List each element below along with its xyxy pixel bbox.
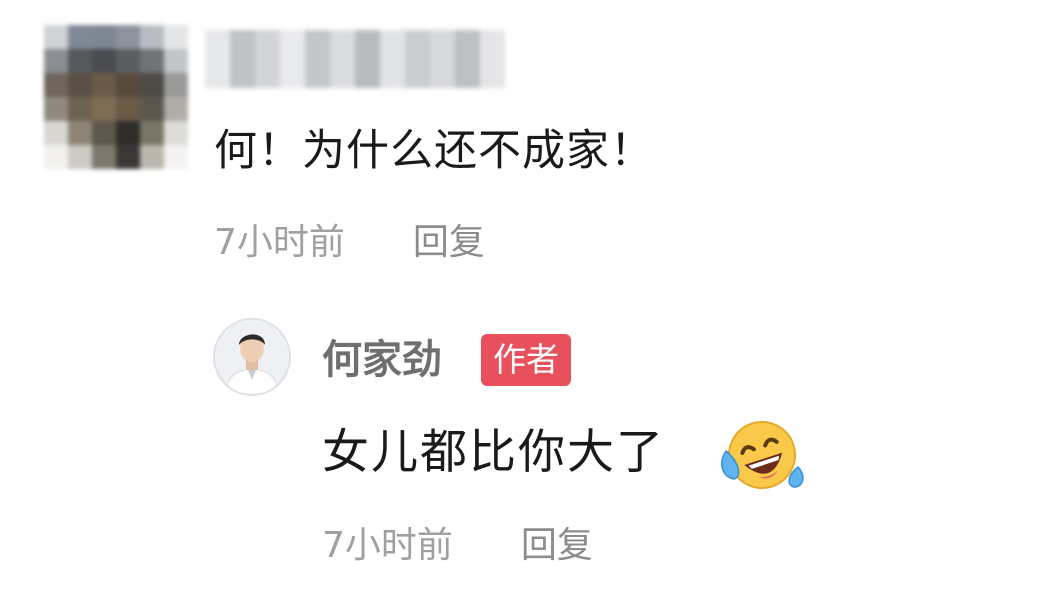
mosaic-cell bbox=[44, 49, 68, 73]
mosaic-cell bbox=[116, 97, 140, 121]
mosaic-cell bbox=[92, 145, 116, 169]
mosaic-cell bbox=[140, 73, 164, 97]
mosaic-cell bbox=[68, 73, 92, 97]
mosaic-cell bbox=[380, 30, 405, 88]
mosaic-cell bbox=[68, 121, 92, 145]
comment-body: 何！为什么还不成家！ bbox=[214, 126, 654, 176]
mosaic-cell bbox=[92, 25, 116, 49]
mosaic-cell bbox=[116, 145, 140, 169]
commenter-name-redacted[interactable] bbox=[205, 30, 505, 88]
mosaic-cell bbox=[355, 30, 380, 88]
mosaic-cell bbox=[92, 73, 116, 97]
rolling-laughing-emoji-icon bbox=[721, 421, 804, 489]
comment-timestamp: 7小时前 bbox=[214, 222, 345, 263]
mosaic-cell bbox=[455, 30, 480, 88]
mosaic-cell bbox=[116, 25, 140, 49]
mosaic-cell bbox=[68, 145, 92, 169]
reply-button[interactable]: 回复 bbox=[413, 222, 485, 263]
mosaic-cell bbox=[44, 145, 68, 169]
author-badge: 作者 bbox=[481, 334, 571, 386]
mosaic-cell bbox=[164, 145, 188, 169]
reply-author-avatar[interactable] bbox=[213, 318, 291, 396]
mosaic-cell bbox=[405, 30, 430, 88]
comment-thread: 何！为什么还不成家！ 7小时前 回复 何家劲 作者 女儿都比你大了 7小时前 回复 bbox=[0, 0, 1060, 596]
mosaic-cell bbox=[164, 49, 188, 73]
mosaic-cell bbox=[92, 97, 116, 121]
reply-meta: 7小时前 回复 bbox=[322, 521, 593, 571]
mosaic-cell bbox=[68, 25, 92, 49]
mosaic-cell bbox=[44, 73, 68, 97]
mosaic-cell bbox=[164, 121, 188, 145]
mosaic-cell bbox=[205, 30, 230, 88]
mosaic-cell bbox=[140, 145, 164, 169]
mosaic-cell bbox=[280, 30, 305, 88]
mosaic-cell bbox=[140, 25, 164, 49]
mosaic-cell bbox=[116, 73, 140, 97]
mosaic-cell bbox=[44, 25, 68, 49]
mosaic-cell bbox=[68, 97, 92, 121]
comment-meta: 7小时前 回复 bbox=[214, 218, 485, 268]
reply-author-name[interactable]: 何家劲 bbox=[322, 332, 442, 388]
reply-body: 女儿都比你大了 bbox=[322, 425, 665, 480]
mosaic-cell bbox=[116, 49, 140, 73]
mosaic-cell bbox=[44, 121, 68, 145]
mosaic-cell bbox=[430, 30, 455, 88]
reply-reply-button[interactable]: 回复 bbox=[521, 525, 593, 566]
mosaic-cell bbox=[92, 49, 116, 73]
commenter-avatar[interactable] bbox=[44, 25, 188, 169]
mosaic-cell bbox=[116, 121, 140, 145]
mosaic-cell bbox=[330, 30, 355, 88]
mosaic-cell bbox=[480, 30, 505, 88]
mosaic-cell bbox=[164, 25, 188, 49]
person-avatar-icon bbox=[215, 320, 289, 394]
mosaic-cell bbox=[44, 97, 68, 121]
mosaic-cell bbox=[305, 30, 330, 88]
reply-timestamp: 7小时前 bbox=[322, 525, 453, 566]
mosaic-cell bbox=[140, 97, 164, 121]
mosaic-cell bbox=[255, 30, 280, 88]
mosaic-cell bbox=[230, 30, 255, 88]
mosaic-cell bbox=[68, 49, 92, 73]
mosaic-cell bbox=[164, 73, 188, 97]
mosaic-cell bbox=[164, 97, 188, 121]
mosaic-cell bbox=[140, 49, 164, 73]
mosaic-cell bbox=[140, 121, 164, 145]
mosaic-cell bbox=[92, 121, 116, 145]
